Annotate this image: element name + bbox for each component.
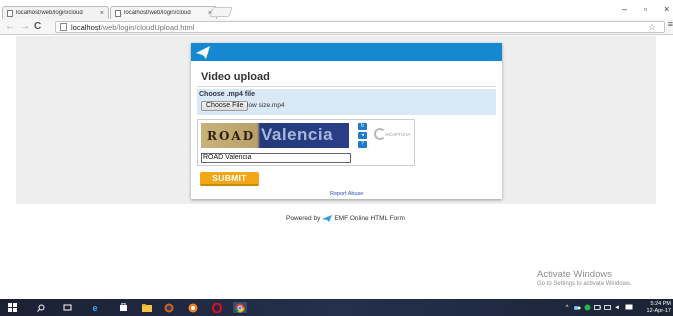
bookmark-star-icon[interactable]: ☆ (648, 22, 656, 33)
battery-icon[interactable] (593, 302, 601, 313)
powered-by-prefix: Powered by (286, 214, 321, 222)
app-icon[interactable] (187, 302, 199, 313)
page-icon (115, 9, 121, 17)
clock[interactable]: 5:24 PM 12-Apr-17 (647, 301, 671, 314)
tab-1[interactable]: localhost/web/login/cloud × (2, 6, 109, 19)
menu-icon[interactable]: ≡ (668, 19, 673, 29)
tab-1-label: localhost/web/login/cloud (16, 10, 83, 16)
page-icon (7, 9, 13, 17)
file-explorer-icon[interactable] (141, 302, 153, 313)
tray-green-icon[interactable] (583, 302, 591, 313)
start-button[interactable] (6, 302, 18, 313)
submit-button[interactable]: SUBMIT (200, 172, 259, 186)
task-view-icon[interactable] (62, 302, 72, 313)
captcha-word-1: ROAD (207, 129, 256, 143)
browser-toolbar: ← → C localhost/web/login/cloudUpload.ht… (0, 19, 673, 35)
selected-file-name: low size.mp4 (247, 102, 285, 109)
recaptcha-logo: reCAPTCHA (374, 126, 411, 142)
captcha-word-2: Valencia (261, 125, 334, 144)
report-abuse-link[interactable]: Report Abuse (330, 191, 363, 197)
captcha-image: ROAD Valencia (201, 123, 349, 148)
opera-icon[interactable] (211, 302, 223, 313)
emf-logo-icon (196, 46, 210, 59)
store-icon[interactable] (117, 302, 129, 313)
upload-section: Choose .mp4 file Choose File low size.mp… (197, 89, 496, 115)
powered-by-link[interactable]: EMF Online HTML Form (334, 215, 405, 222)
tab-strip: localhost/web/login/cloud × localhost/we… (0, 0, 673, 19)
taskbar: e ^ ◄ 5:24 PM 12-Apr-17 (0, 299, 673, 316)
activate-title: Activate Windows (537, 269, 612, 280)
clock-time: 5:24 PM (650, 301, 671, 307)
form-title: Video upload (201, 71, 270, 83)
clock-date: 12-Apr-17 (646, 307, 671, 314)
new-tab-button[interactable] (209, 7, 233, 17)
chrome-icon[interactable] (233, 302, 247, 313)
emf-logo-icon (322, 215, 333, 222)
page-content: Video upload Choose .mp4 file Choose Fil… (0, 36, 673, 287)
recaptcha-text: reCAPTCHA (385, 132, 411, 137)
activate-windows-watermark: Activate Windows Go to Settings to activ… (537, 269, 632, 287)
choose-file-button[interactable]: Choose File (201, 101, 249, 111)
edge-icon[interactable]: e (89, 302, 101, 313)
chevron-up-icon[interactable]: ^ (563, 302, 571, 313)
upload-label: Choose .mp4 file (199, 91, 256, 98)
volume-icon[interactable]: ◄ (613, 302, 621, 313)
refresh-captcha-icon[interactable]: ↻ (358, 123, 367, 130)
reload-icon[interactable]: C (34, 21, 41, 32)
captcha-response-field[interactable]: ROAD Valencia (201, 153, 351, 163)
search-icon[interactable] (36, 302, 46, 313)
restore-icon[interactable]: ▫ (644, 4, 647, 14)
firefox-icon[interactable] (163, 302, 175, 313)
address-bar[interactable]: localhost/web/login/cloudUpload.html ☆ (55, 21, 665, 33)
divider (197, 86, 496, 87)
audio-captcha-icon[interactable]: ◂ (358, 132, 367, 139)
tab-2-label: localhost/web/login/cloud (124, 10, 191, 16)
form-header (191, 43, 502, 61)
close-icon[interactable]: × (100, 10, 104, 17)
url-host: localhost (71, 22, 101, 32)
url-path: /web/login/cloudUpload.html (100, 22, 195, 32)
tray-app-icon[interactable] (573, 302, 581, 313)
minimize-icon[interactable]: – (622, 4, 627, 14)
captcha-box: ROAD Valencia ↻ ◂ ? reCAPTCHA ROAD Valen… (197, 119, 415, 166)
back-arrow-icon[interactable]: ← (5, 21, 15, 32)
tab-2[interactable]: localhost/web/login/cloud × (110, 6, 217, 19)
window-close-icon[interactable]: × (664, 4, 669, 14)
activate-subtitle: Go to Settings to activate Windows. (537, 281, 632, 287)
forward-arrow-icon[interactable]: → (20, 21, 30, 32)
upload-form-card: Video upload Choose .mp4 file Choose Fil… (191, 43, 502, 199)
network-icon[interactable] (603, 302, 611, 313)
powered-by: Powered by EMF Online HTML Form (286, 214, 405, 222)
help-captcha-icon[interactable]: ? (358, 141, 367, 148)
notifications-icon[interactable] (624, 302, 634, 313)
page-icon (60, 23, 67, 31)
